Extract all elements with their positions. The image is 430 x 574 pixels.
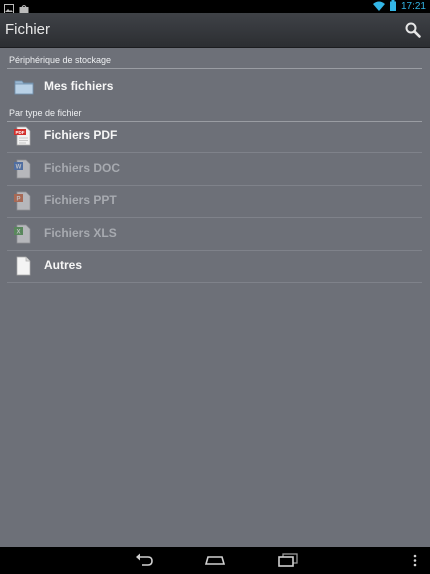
xls-file-icon: X	[14, 224, 32, 244]
list-item-mes-fichiers[interactable]: Mes fichiers	[7, 71, 422, 103]
section-header-storage: Périphérique de stockage	[9, 55, 112, 65]
back-icon[interactable]	[134, 551, 154, 569]
list-item-label: Fichiers XLS	[44, 226, 117, 240]
clock: 17:21	[400, 1, 426, 12]
list-item-label: Mes fichiers	[44, 79, 114, 93]
status-bar: 17:21	[0, 0, 430, 14]
list-item-fichiers-xls[interactable]: X Fichiers XLS	[7, 218, 422, 250]
folder-icon	[14, 77, 34, 97]
svg-text:P: P	[16, 197, 20, 203]
list-item-autres[interactable]: Autres	[7, 250, 422, 282]
search-icon[interactable]	[404, 21, 422, 39]
navigation-bar	[0, 547, 430, 573]
row-divider	[7, 282, 422, 283]
list-item-label: Fichiers PDF	[44, 128, 118, 142]
generic-file-icon	[14, 256, 32, 276]
overflow-menu-icon[interactable]	[412, 551, 418, 569]
doc-file-icon: W	[14, 159, 32, 179]
svg-text:X: X	[16, 230, 20, 236]
ppt-file-icon: P	[14, 191, 32, 211]
section-divider	[7, 68, 422, 69]
recent-apps-icon[interactable]	[277, 551, 299, 569]
svg-text:PDF: PDF	[16, 130, 25, 135]
pdf-file-icon: PDF	[14, 126, 32, 146]
action-bar: Fichier	[0, 13, 430, 48]
file-category-list: Périphérique de stockage Mes fichiers Pa…	[0, 48, 430, 547]
list-item-fichiers-ppt[interactable]: P Fichiers PPT	[7, 185, 422, 217]
list-item-label: Autres	[44, 258, 83, 272]
list-item-label: Fichiers DOC	[44, 161, 121, 175]
svg-text:W: W	[16, 165, 22, 171]
home-icon[interactable]	[204, 551, 226, 569]
page-title: Fichier	[5, 21, 51, 38]
list-item-fichiers-pdf[interactable]: PDF Fichiers PDF	[7, 120, 422, 152]
list-item-fichiers-doc[interactable]: W Fichiers DOC	[7, 153, 422, 185]
list-item-label: Fichiers PPT	[44, 193, 117, 207]
section-header-by-type: Par type de fichier	[9, 108, 82, 118]
